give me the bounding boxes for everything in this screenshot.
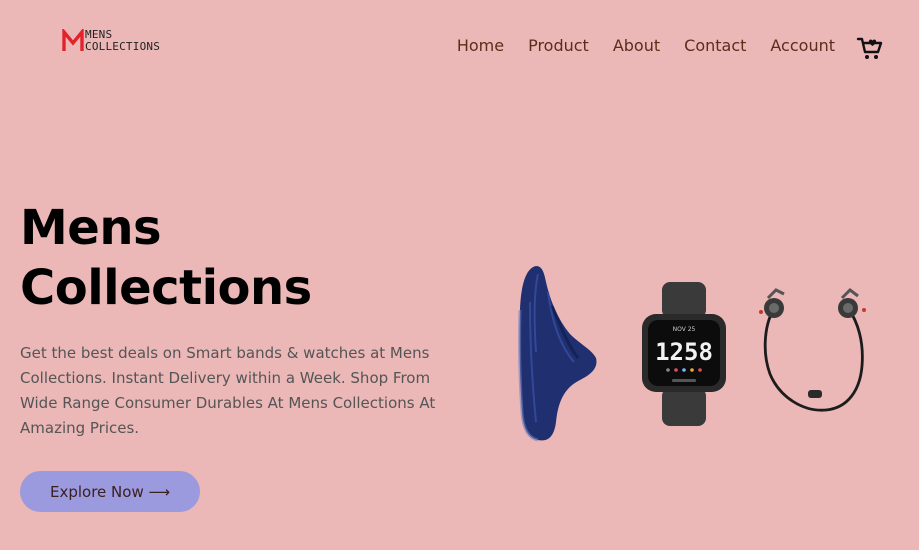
nav-account[interactable]: Account [770,36,835,56]
sneaker-image [518,266,597,442]
logo-line2: COLLECTIONS [85,40,161,53]
main-nav: Home Product About Contact Account [457,36,835,56]
nav-home[interactable]: Home [457,36,504,56]
watch-time: 1258 [655,338,713,366]
hero-description: Get the best deals on Smart bands & watc… [20,344,436,437]
brand-logo[interactable]: MENS COLLECTIONS [62,29,160,53]
earphones-image [759,288,866,412]
logo-m-icon [62,29,84,51]
hero-title-line1: Mens [20,200,162,256]
hero-product-image: NOV 25 1258 [518,266,866,442]
watch-date: NOV 25 [673,326,696,333]
nav-contact[interactable]: Contact [684,36,746,56]
cart-icon[interactable] [856,33,884,61]
nav-about[interactable]: About [613,36,660,56]
hero-title: Mens Collections [20,198,312,318]
nav-product[interactable]: Product [528,36,589,56]
hero-title-line2: Collections [20,260,312,316]
logo-text: MENS COLLECTIONS [85,29,160,53]
smartwatch-image: NOV 25 1258 [642,282,726,426]
explore-now-button[interactable]: Explore Now ⟶ [20,471,200,512]
